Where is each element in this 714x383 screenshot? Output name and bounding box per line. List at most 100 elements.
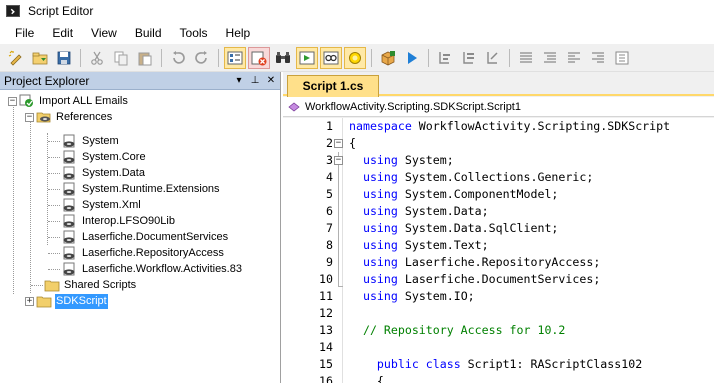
toolbar-separator — [218, 48, 219, 67]
code-rest: System.Data.SqlClient; — [397, 221, 559, 235]
code-line: 11 using System.IO; — [283, 288, 714, 305]
tree-connector — [48, 189, 60, 190]
code-rest: WorkflowActivity.Scripting.SDKScript — [411, 119, 671, 133]
code-text: public class Script1: RAScriptClass102 — [349, 356, 642, 373]
code-rest: System.Data; — [397, 204, 489, 218]
build-icon[interactable] — [296, 46, 318, 69]
tree-node-root[interactable]: − Import ALL Emails — [8, 93, 129, 109]
fold-toggle-icon[interactable]: − — [334, 156, 343, 165]
line-number: 7 — [326, 221, 333, 235]
toolbar-separator — [371, 48, 372, 67]
title-bar: Script Editor — [0, 0, 714, 22]
menu-edit[interactable]: Edit — [43, 22, 82, 44]
package-icon[interactable] — [377, 47, 399, 69]
tree-connector — [13, 101, 14, 294]
toolbar-separator — [509, 48, 510, 67]
tree-label-reference: System.Xml — [82, 198, 141, 211]
tree-connector — [48, 157, 60, 158]
reference-icon — [63, 198, 75, 212]
run-icon[interactable] — [401, 47, 423, 69]
indent-icon[interactable] — [563, 47, 585, 69]
menu-bar: File Edit View Build Tools Help — [0, 22, 714, 44]
references-view-icon[interactable] — [344, 46, 366, 69]
toggle-view-icon[interactable] — [611, 47, 633, 69]
menu-help[interactable]: Help — [217, 22, 260, 44]
tree-label-root: Import ALL Emails — [39, 94, 128, 107]
navigation-path: WorkflowActivity.Scripting.SDKScript.Scr… — [305, 100, 521, 113]
tree-connector — [48, 253, 60, 254]
code-line: 14 — [283, 339, 714, 356]
menu-file[interactable]: File — [6, 22, 43, 44]
copy-icon[interactable] — [110, 47, 132, 69]
menu-view[interactable]: View — [82, 22, 126, 44]
tree-node-reference[interactable]: System — [62, 133, 120, 149]
code-line: 2 − { — [283, 135, 714, 152]
step-out-icon[interactable] — [482, 47, 504, 69]
line-number: 15 — [319, 357, 333, 371]
menu-build[interactable]: Build — [126, 22, 171, 44]
tab-script1[interactable]: Script 1.cs — [287, 75, 379, 97]
pin-icon[interactable]: ⊥ — [248, 75, 262, 86]
code-line: 4 using System.Collections.Generic; — [283, 169, 714, 186]
close-icon[interactable]: ✕ — [264, 75, 278, 86]
tree-node-reference[interactable]: System.Runtime.Extensions — [62, 181, 221, 197]
uncomment-icon[interactable] — [539, 47, 561, 69]
code-rest: { — [349, 136, 356, 150]
tree-node-sdkscript[interactable]: + SDKScript — [25, 293, 108, 309]
step-over-icon[interactable] — [458, 47, 480, 69]
code-area[interactable]: 1 namespace WorkflowActivity.Scripting.S… — [283, 118, 714, 383]
collapse-icon[interactable]: − — [8, 96, 17, 106]
step-into-icon[interactable] — [434, 47, 456, 69]
window-title: Script Editor — [28, 4, 94, 18]
toolbar-separator — [161, 48, 162, 67]
navigation-bar[interactable]: WorkflowActivity.Scripting.SDKScript.Scr… — [283, 97, 714, 117]
reference-icon — [63, 230, 75, 244]
tree-node-reference[interactable]: System.Core — [62, 149, 147, 165]
find-icon[interactable] — [272, 47, 294, 69]
dropdown-icon[interactable]: ▾ — [232, 75, 246, 86]
project-explorer-header: Project Explorer ▾ ⊥ ✕ — [0, 72, 280, 90]
outdent-icon[interactable] — [587, 47, 609, 69]
new-script-icon[interactable] — [5, 47, 27, 69]
code-line: 1 namespace WorkflowActivity.Scripting.S… — [283, 118, 714, 135]
line-number: 11 — [319, 289, 333, 303]
line-number: 14 — [319, 340, 333, 354]
folder-open-icon — [36, 112, 51, 123]
tree-node-reference[interactable]: System.Xml — [62, 197, 142, 213]
fold-toggle-icon[interactable]: − — [334, 139, 343, 148]
add-reference-icon[interactable] — [29, 47, 51, 69]
redo-icon[interactable] — [191, 47, 213, 69]
reference-icon — [63, 246, 75, 260]
tree-node-reference[interactable]: Laserfiche.DocumentServices — [62, 229, 229, 245]
properties-icon[interactable] — [224, 46, 246, 69]
tree-label-reference: System.Data — [82, 166, 145, 179]
menu-tools[interactable]: Tools — [171, 22, 217, 44]
tree-node-references[interactable]: − References — [25, 109, 113, 125]
code-line: 7 using System.Data.SqlClient; — [283, 220, 714, 237]
debug-icon[interactable] — [320, 46, 342, 69]
save-icon[interactable] — [53, 47, 75, 69]
paste-icon[interactable] — [134, 47, 156, 69]
cut-icon[interactable] — [86, 47, 108, 69]
tree-node-shared-scripts[interactable]: Shared Scripts — [44, 277, 137, 293]
collapse-icon[interactable]: − — [25, 112, 34, 122]
tree-connector — [31, 285, 43, 286]
tree-node-reference[interactable]: Interop.LFSO90Lib — [62, 213, 176, 229]
code-keyword: using — [349, 187, 398, 201]
code-line: 13 // Repository Access for 10.2 — [283, 322, 714, 339]
reference-icon — [63, 166, 75, 180]
code-keyword: using — [349, 153, 398, 167]
comment-icon[interactable] — [515, 47, 537, 69]
tree-node-reference[interactable]: Laserfiche.RepositoryAccess — [62, 245, 225, 261]
reference-icon — [63, 182, 75, 196]
undo-icon[interactable] — [167, 47, 189, 69]
expand-icon[interactable]: + — [25, 296, 34, 306]
tree-node-reference[interactable]: Laserfiche.Workflow.Activities.83 — [62, 261, 243, 277]
code-rest: Laserfiche.RepositoryAccess; — [397, 255, 601, 269]
delete-icon[interactable] — [248, 46, 270, 69]
line-number: 1 — [326, 119, 333, 133]
tree-connector — [48, 141, 60, 142]
tree-label-reference: System.Core — [82, 150, 146, 163]
tree-node-reference[interactable]: System.Data — [62, 165, 146, 181]
document-tabs: Script 1.cs — [283, 72, 714, 97]
